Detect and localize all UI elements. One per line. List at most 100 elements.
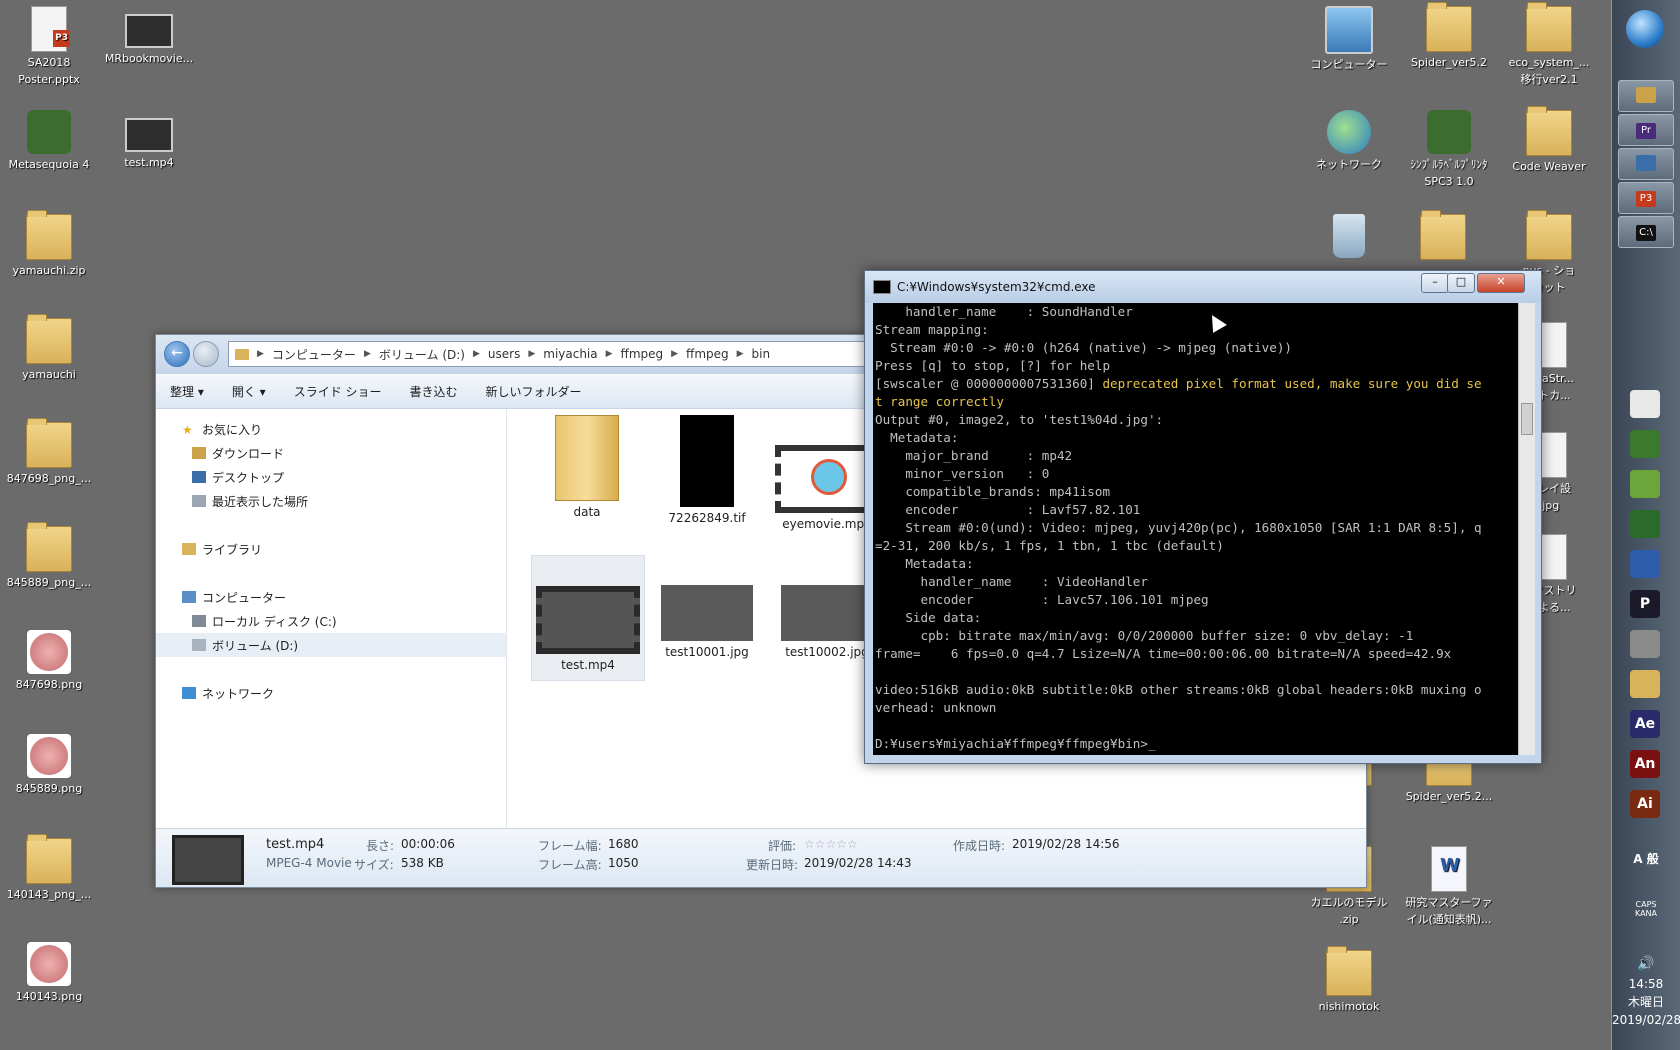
clock-time[interactable]: 14:58: [1612, 975, 1680, 993]
desktop-icon[interactable]: 845889_png_...: [4, 522, 94, 591]
forward-arrow-icon[interactable]: [193, 341, 219, 367]
desktop-icon[interactable]: Spider_ver5.2: [1404, 2, 1494, 71]
open-button[interactable]: 開く ▾: [232, 383, 266, 400]
desktop-icon[interactable]: MRbookmovie...: [104, 6, 194, 67]
close-button[interactable]: ✕: [1477, 273, 1525, 293]
cmd-titlebar[interactable]: C:¥Windows¥system32¥cmd.exe – □ ✕: [865, 271, 1541, 303]
cmd-line-text: handler_name : VideoHandler: [875, 574, 1148, 589]
desktop-icon[interactable]: 845889.png: [4, 734, 94, 797]
breadcrumb-item[interactable]: ffmpeg: [621, 347, 664, 361]
cmd-line-text: D:¥users¥miyachia¥ffmpeg¥ffmpeg¥bin>_: [875, 736, 1156, 751]
taskbar-window-button[interactable]: Pr: [1618, 114, 1674, 146]
desktop-icon-label: コンピューター: [1310, 58, 1388, 71]
taskbar-button-label: Pr: [1636, 123, 1656, 139]
desktop-icon[interactable]: eco_system_... 移行ver2.1: [1504, 2, 1594, 88]
taskbar-window-button[interactable]: [1618, 148, 1674, 180]
nav-libraries-label: ライブラリ: [202, 542, 263, 557]
nav-computer[interactable]: コンピューター: [156, 585, 506, 609]
scrollbar-thumb[interactable]: [1521, 403, 1533, 435]
breadcrumb-item[interactable]: コンピューター: [272, 346, 356, 363]
globe-icon: [1327, 110, 1371, 154]
breadcrumb-item[interactable]: bin: [752, 347, 771, 361]
desktop-icon[interactable]: 847698.png: [4, 630, 94, 693]
desktop-icon[interactable]: yamauchi: [4, 314, 94, 383]
start-button[interactable]: [1626, 10, 1664, 48]
burn-button[interactable]: 書き込む: [410, 383, 458, 400]
taskbar-window-button[interactable]: [1618, 80, 1674, 112]
nav-desktop[interactable]: デスクトップ: [156, 465, 506, 489]
pinned-app-icon[interactable]: P: [1630, 590, 1660, 618]
desktop-icon[interactable]: コンピューター: [1304, 6, 1394, 73]
desktop-icon[interactable]: Code Weaver: [1504, 106, 1594, 175]
desktop-icon-label: Metasequoia 4: [8, 158, 90, 171]
nav-favorites[interactable]: ★ お気に入り: [156, 417, 506, 441]
desktop-icon[interactable]: 研究マスターファ イル(通知表帆)...: [1404, 846, 1494, 928]
desktop-icon[interactable]: 140143_png_...: [4, 834, 94, 903]
minimize-button[interactable]: –: [1421, 273, 1449, 293]
desktop-icon[interactable]: Metasequoia 4: [4, 110, 94, 173]
maximize-button[interactable]: □: [1447, 273, 1475, 293]
pinned-app-icon[interactable]: [1630, 670, 1660, 698]
pinned-app-icon[interactable]: [1630, 630, 1660, 658]
folder-icon: [26, 522, 72, 572]
cmd-line: verhead: unknown: [875, 699, 1519, 717]
nav-recent[interactable]: 最近表示した場所: [156, 489, 506, 513]
breadcrumb-separator-icon: ▶: [528, 349, 536, 359]
back-arrow-icon[interactable]: ←: [164, 341, 190, 367]
desktop-icon-label: 140143.png: [15, 990, 83, 1003]
pinned-app-icon[interactable]: Ai: [1630, 790, 1660, 818]
file-item[interactable]: test10001.jpg: [651, 555, 763, 679]
cmd-line-text: Output #0, image2, to 'test1%04d.jpg':: [875, 412, 1164, 427]
taskbar-window-button[interactable]: P3: [1618, 182, 1674, 214]
breadcrumb-item[interactable]: ボリューム (D:): [379, 346, 465, 363]
pinned-app-icon[interactable]: [1630, 430, 1660, 458]
desktop-icon[interactable]: ｼﾝﾌﾟﾙﾗﾍﾞﾙﾌﾟﾘﾝﾀ SPC3 1.0: [1404, 110, 1494, 190]
nav-downloads[interactable]: ダウンロード: [156, 441, 506, 465]
breadcrumb-item[interactable]: miyachia: [543, 347, 597, 361]
pinned-app-icon[interactable]: [1630, 390, 1660, 418]
desktop-icon[interactable]: 140143.png: [4, 942, 94, 1005]
rating-stars[interactable]: ☆☆☆☆☆: [804, 837, 858, 851]
nav-libraries[interactable]: ライブラリ: [156, 537, 506, 561]
new-folder-button[interactable]: 新しいフォルダー: [486, 383, 582, 400]
desktop-icon-label: ネットワーク: [1316, 158, 1382, 171]
pinned-app-icon[interactable]: [1630, 510, 1660, 538]
folder-icon: [235, 348, 249, 360]
breadcrumb-item[interactable]: ffmpeg: [686, 347, 729, 361]
slideshow-button[interactable]: スライド ショー: [294, 383, 382, 400]
desktop-icon[interactable]: [1398, 210, 1488, 262]
speaker-icon[interactable]: 🔊: [1612, 955, 1680, 973]
desktop-icon[interactable]: [1304, 214, 1394, 260]
desktop-icon-label: 847698_png_...: [6, 472, 92, 485]
breadcrumb-item[interactable]: users: [488, 347, 520, 361]
breadcrumb-separator-icon: ▶: [605, 349, 613, 359]
detail-filename: test.mp4: [266, 837, 325, 852]
cmd-scrollbar[interactable]: [1518, 303, 1535, 755]
desktop-icon[interactable]: test.mp4: [104, 110, 194, 171]
breadcrumb-separator-icon: ▶: [257, 349, 264, 359]
organize-button[interactable]: 整理 ▾: [170, 383, 204, 400]
file-item[interactable]: test.mp4: [531, 555, 645, 681]
cmd-title: C:¥Windows¥system32¥cmd.exe: [897, 280, 1096, 294]
nav-network[interactable]: ネットワーク: [156, 681, 506, 705]
ime-indicator[interactable]: A 般: [1612, 850, 1680, 868]
cmd-output[interactable]: handler_name : SoundHandler Stream mappin…: [873, 303, 1519, 755]
detail-rating-label: 評価:: [768, 839, 797, 853]
nav-local-disk[interactable]: ローカル ディスク (C:): [156, 609, 506, 633]
desktop-icon[interactable]: nishimotok: [1304, 946, 1394, 1015]
pinned-app-icon[interactable]: An: [1630, 750, 1660, 778]
file-item[interactable]: data: [531, 415, 643, 539]
pinned-app-icon[interactable]: [1630, 470, 1660, 498]
desktop-icon[interactable]: SA2018 Poster.pptx: [4, 6, 94, 88]
desktop-icon[interactable]: yamauchi.zip: [4, 210, 94, 279]
cmd-line: compatible_brands: mp41isom: [875, 483, 1519, 501]
file-item[interactable]: 72262849.tif: [651, 415, 763, 539]
pinned-app-icon[interactable]: Ae: [1630, 710, 1660, 738]
cmd-line: Side data:: [875, 609, 1519, 627]
taskbar-window-button[interactable]: C:\: [1618, 216, 1674, 248]
cmd-line: major_brand : mp42: [875, 447, 1519, 465]
nav-volume-d[interactable]: ボリューム (D:): [156, 633, 506, 657]
desktop-icon[interactable]: ネットワーク: [1304, 110, 1394, 173]
pinned-app-icon[interactable]: [1630, 550, 1660, 578]
desktop-icon[interactable]: 847698_png_...: [4, 418, 94, 487]
